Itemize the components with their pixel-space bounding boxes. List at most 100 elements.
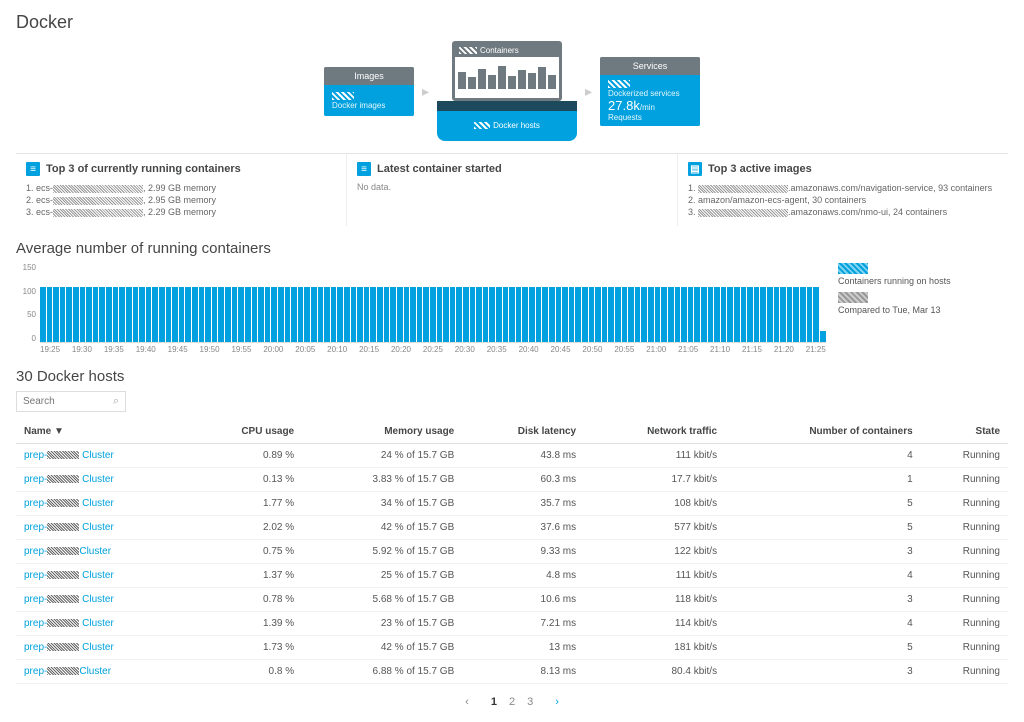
chart-bar: [569, 287, 575, 342]
chart-bar: [549, 287, 555, 342]
host-link[interactable]: prep-Cluster: [24, 546, 111, 557]
host-link[interactable]: prep- Cluster: [24, 642, 114, 653]
topo-images-label: Docker images: [332, 101, 406, 110]
chart-bar: [430, 287, 436, 342]
pager-next[interactable]: ›: [549, 694, 565, 710]
chart-bar: [185, 287, 191, 342]
chart-bar: [760, 287, 766, 342]
topo-hosts-box[interactable]: Containers Docker hosts: [437, 41, 577, 141]
cell: Running: [921, 540, 1008, 564]
column-header[interactable]: Name ▼: [16, 420, 189, 444]
search-box[interactable]: ⌕: [16, 391, 126, 412]
chart-bar: [516, 287, 522, 342]
host-link[interactable]: prep- Cluster: [24, 522, 114, 533]
cell: 8.13 ms: [462, 660, 584, 684]
table-row[interactable]: prep- Cluster0.89 %24 % of 15.7 GB43.8 m…: [16, 444, 1008, 468]
chart-bar: [331, 287, 337, 342]
host-link[interactable]: prep- Cluster: [24, 474, 114, 485]
chart-bar: [238, 287, 244, 342]
chart-bar: [668, 287, 674, 342]
table-row[interactable]: prep- Cluster1.37 %25 % of 15.7 GB4.8 ms…: [16, 564, 1008, 588]
list-item: 3. ecs-, 2.29 GB memory: [26, 206, 336, 218]
topo-services-title: Services: [600, 57, 700, 75]
chart-bar: [456, 287, 462, 342]
host-link[interactable]: prep- Cluster: [24, 594, 114, 605]
chart-bar: [252, 287, 258, 342]
table-row[interactable]: prep-Cluster0.8 %6.88 % of 15.7 GB8.13 m…: [16, 660, 1008, 684]
topo-services-sub: Dockerized services: [608, 89, 692, 98]
chart-bar: [86, 287, 92, 342]
cell: 1.39 %: [189, 612, 302, 636]
chart-bar: [377, 287, 383, 342]
table-row[interactable]: prep- Cluster2.02 %42 % of 15.7 GB37.6 m…: [16, 516, 1008, 540]
host-link[interactable]: prep- Cluster: [24, 570, 114, 581]
pagination: ‹ 123 ›: [16, 694, 1008, 710]
pager-page[interactable]: 3: [521, 694, 539, 710]
chart-bar: [417, 287, 423, 342]
document-icon: ▤: [688, 162, 702, 176]
chart-bar: [40, 287, 46, 342]
topo-services-unit: /min: [640, 103, 655, 112]
chart-bar: [628, 287, 634, 342]
list-item: 3. .amazonaws.com/nmo-ui, 24 containers: [688, 206, 998, 218]
host-link[interactable]: prep- Cluster: [24, 498, 114, 509]
cell: 42 % of 15.7 GB: [302, 516, 462, 540]
cell: 24 % of 15.7 GB: [302, 444, 462, 468]
chart-bar: [126, 287, 132, 342]
panel-title: Latest container started: [377, 163, 502, 175]
cell: 5: [725, 492, 921, 516]
cell: 5: [725, 516, 921, 540]
chart-bar: [397, 287, 403, 342]
hosts-title: 30 Docker hosts: [16, 368, 1008, 385]
topo-images-title: Images: [324, 67, 414, 85]
cell: 4: [725, 564, 921, 588]
table-row[interactable]: prep- Cluster1.77 %34 % of 15.7 GB35.7 m…: [16, 492, 1008, 516]
chart-bar: [767, 287, 773, 342]
chart-bar: [212, 287, 218, 342]
pager-prev[interactable]: ‹: [459, 694, 475, 710]
chart-bar: [562, 287, 568, 342]
pager-page[interactable]: 2: [503, 694, 521, 710]
chart-bar: [113, 287, 119, 342]
cell: 37.6 ms: [462, 516, 584, 540]
column-header[interactable]: Network traffic: [584, 420, 725, 444]
column-header[interactable]: CPU usage: [189, 420, 302, 444]
chart-area: 150100500 19:2519:3019:3519:4019:4519:50…: [16, 263, 826, 354]
column-header[interactable]: Number of containers: [725, 420, 921, 444]
chart-bar: [589, 287, 595, 342]
chart-bar: [166, 287, 172, 342]
legend-swatch-icon: [838, 263, 868, 274]
table-row[interactable]: prep- Cluster1.73 %42 % of 15.7 GB13 ms1…: [16, 636, 1008, 660]
table-row[interactable]: prep-Cluster0.75 %5.92 % of 15.7 GB9.33 …: [16, 540, 1008, 564]
host-link[interactable]: prep- Cluster: [24, 618, 114, 629]
chart-title: Average number of running containers: [16, 240, 1008, 257]
column-header[interactable]: Memory usage: [302, 420, 462, 444]
host-link[interactable]: prep- Cluster: [24, 450, 114, 461]
cell: 0.8 %: [189, 660, 302, 684]
cell: 1.73 %: [189, 636, 302, 660]
host-link[interactable]: prep-Cluster: [24, 666, 111, 677]
chart-bar: [99, 287, 105, 342]
search-icon: ⌕: [113, 395, 119, 408]
topo-images-box[interactable]: Images Docker images: [324, 67, 414, 116]
cell: 111 kbit/s: [584, 564, 725, 588]
chart-bar: [443, 287, 449, 342]
column-header[interactable]: Disk latency: [462, 420, 584, 444]
chart-bar: [152, 287, 158, 342]
column-header[interactable]: State: [921, 420, 1008, 444]
panel-top-containers: ≡Top 3 of currently running containers 1…: [16, 154, 347, 226]
table-row[interactable]: prep- Cluster0.78 %5.68 % of 15.7 GB10.6…: [16, 588, 1008, 612]
chart-bar: [503, 287, 509, 342]
topo-services-box[interactable]: Services Dockerized services 27.8k/min R…: [600, 57, 700, 126]
cell: Running: [921, 468, 1008, 492]
chart-bar: [622, 287, 628, 342]
chart-bar: [404, 287, 410, 342]
chart-bar: [681, 287, 687, 342]
table-row[interactable]: prep- Cluster0.13 %3.83 % of 15.7 GB60.3…: [16, 468, 1008, 492]
chart-bar: [265, 287, 271, 342]
chart-bar: [575, 287, 581, 342]
search-input[interactable]: [23, 396, 113, 407]
cell: 60.3 ms: [462, 468, 584, 492]
table-row[interactable]: prep- Cluster1.39 %23 % of 15.7 GB7.21 m…: [16, 612, 1008, 636]
pager-page[interactable]: 1: [485, 694, 503, 710]
